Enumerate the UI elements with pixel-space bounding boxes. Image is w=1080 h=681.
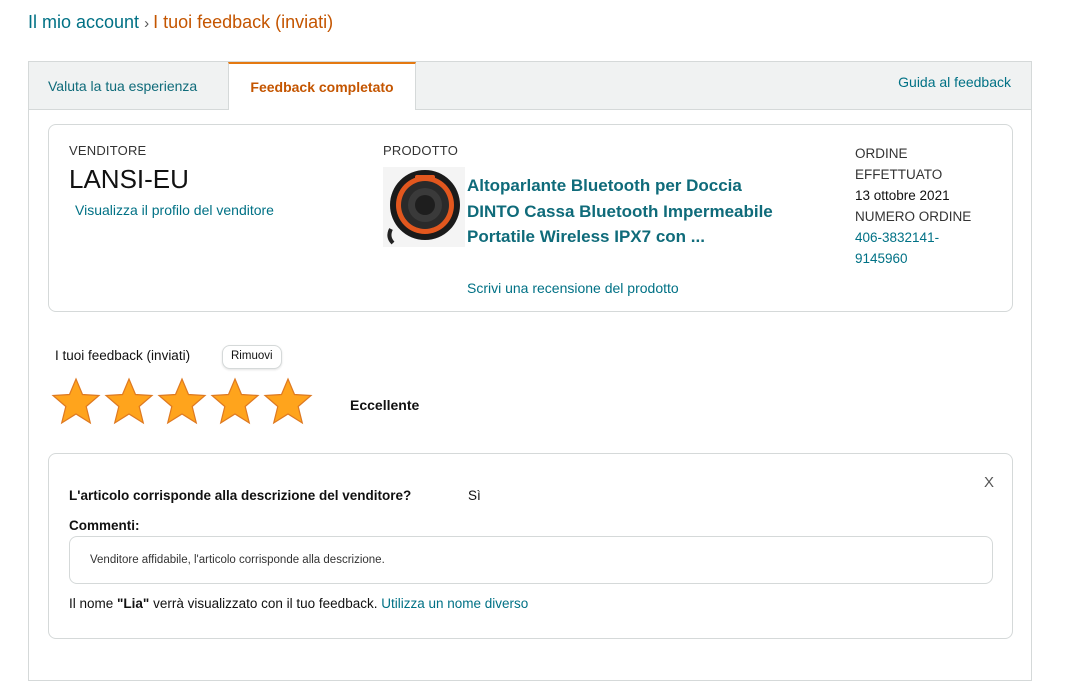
speaker-product-image[interactable] [383,167,465,247]
tab-rate-experience[interactable]: Valuta la tua esperienza [48,62,197,109]
seller-name: LANSI-EU [69,164,189,194]
breadcrumb-separator: › [144,15,150,32]
order-date: 13 ottobre 2021 [855,188,950,203]
breadcrumb: Il mio account › I tuoi feedback (inviati) [28,12,333,33]
display-name-value: "Lia" [117,596,150,611]
feedback-panel: Valuta la tua esperienza Feedback comple… [28,61,1032,681]
tab-bar: Valuta la tua esperienza Feedback comple… [29,62,1031,110]
description-match-answer: Sì [468,488,481,503]
product-label: PRODOTTO [383,143,459,158]
use-different-name-link[interactable]: Utilizza un nome diverso [381,596,528,611]
breadcrumb-current: I tuoi feedback (inviati) [153,12,334,32]
rating-text: Eccellente [350,397,420,413]
write-review-link[interactable]: Scrivi una recensione del prodotto [467,280,679,296]
order-number-link[interactable]: 406-3832141- 9145960 [855,227,995,269]
close-icon[interactable]: X [984,474,994,491]
comments-label: Commenti: [69,518,140,533]
order-info-column: ORDINE EFFETTUATO 13 ottobre 2021 NUMERO… [855,143,995,269]
your-feedback-label: I tuoi feedback (inviati) [55,348,191,363]
display-name-prefix: Il nome [69,596,118,611]
tab-feedback-completed[interactable]: Feedback completato [228,62,416,110]
order-summary-card: VENDITORE LANSI-EU Visualizza il profilo… [48,124,1013,312]
order-placed-label-line2: EFFETTUATO [855,167,943,182]
breadcrumb-my-account-link[interactable]: Il mio account [28,12,139,32]
product-column: PRODOTTO Altoparlante Bluetooth per Docc… [383,143,803,296]
seller-column: VENDITORE LANSI-EU Visualizza il profilo… [69,143,274,218]
display-name-suffix: verrà visualizzato con il tuo feedback. [149,596,382,611]
seller-label: VENDITORE [69,143,147,158]
seller-profile-link[interactable]: Visualizza il profilo del venditore [75,202,274,218]
comment-text: Venditore affidabile, l'articolo corrisp… [69,536,993,584]
product-title-link[interactable]: Altoparlante Bluetooth per Doccia DINTO … [467,173,797,250]
order-placed-label: ORDINE [855,146,908,161]
display-name-line: Il nome "Lia" verrà visualizzato con il … [69,596,528,611]
star-icon [210,377,260,425]
order-number-part2: 9145960 [855,251,908,266]
description-match-question: L'articolo corrisponde alla descrizione … [69,488,412,503]
order-number-part1: 406-3832141- [855,230,940,245]
order-number-label: NUMERO ORDINE [855,209,972,224]
remove-feedback-button[interactable]: Rimuovi [222,345,282,369]
star-icon [104,377,154,425]
feedback-detail-card: L'articolo corrisponde alla descrizione … [48,453,1013,639]
feedback-guide-link[interactable]: Guida al feedback [898,62,1011,109]
star-icon [51,377,101,425]
star-icon [263,377,313,425]
star-icon [157,377,207,425]
